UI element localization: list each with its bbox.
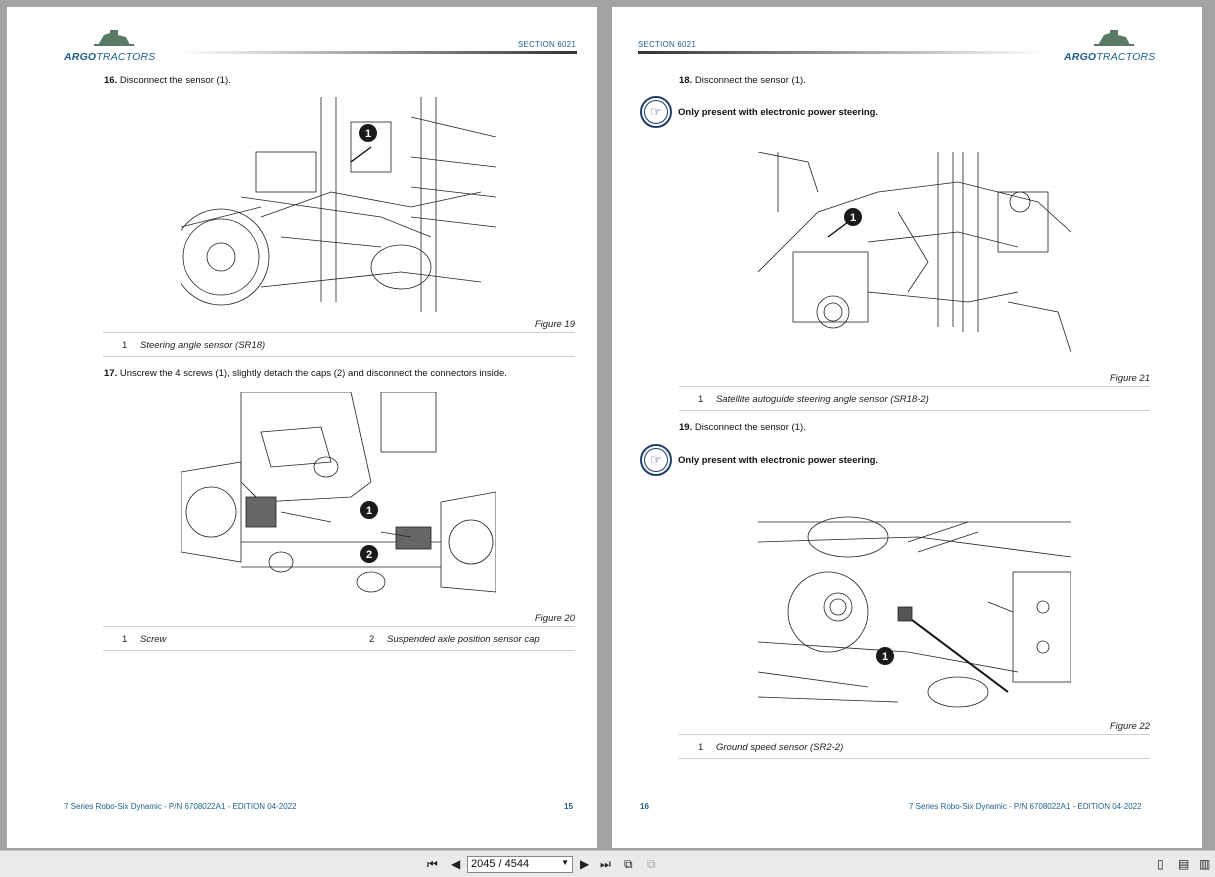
page-number-input[interactable]: 2045 / 4544 ▼ [467,856,573,873]
page-number: 16 [640,802,649,811]
first-page-icon[interactable]: ⏮ [427,857,438,871]
svg-text:1: 1 [365,128,371,140]
callout-1: 1 [360,501,378,519]
document-viewer: ARGOTRACTORS SECTION 6021 16. Disconnect… [0,0,1215,877]
figure-22-caption: Figure 22 [1109,721,1150,732]
figure-19-caption: Figure 19 [534,319,575,330]
svg-text:1: 1 [850,212,856,224]
section-label: SECTION 6021 [638,40,696,49]
callout-1: 1 [359,124,377,142]
callout-2: 2 [360,545,378,563]
callout-1: 1 [876,647,894,665]
figure-19-legend: 1 Steering angle sensor (SR18) [103,332,575,357]
header-rule [182,51,577,54]
tractor-logo-icon [94,30,134,46]
figure-21-legend: 1 Satellite autoguide steering angle sen… [679,386,1150,411]
figure-22-legend: 1 Ground speed sensor (SR2-2) [679,734,1150,759]
step-17: 17. Unscrew the 4 screws (1), slightly d… [104,368,507,379]
pointing-hand-icon: ☞ [640,444,672,476]
header-rule [638,51,1043,54]
note-electronic-power-steering: ☞ Only present with electronic power ste… [640,444,878,476]
footer-text: 7 Series Robo-Six Dynamic - P/N 6708022A… [909,802,1142,811]
single-page-view-icon[interactable]: ▯ [1157,857,1164,871]
svg-text:1: 1 [882,651,888,663]
chevron-down-icon[interactable]: ▼ [561,858,569,867]
step-18: 18. Disconnect the sensor (1). [679,75,806,86]
argo-tractors-logo: ARGOTRACTORS [1064,29,1159,63]
rotate-icon[interactable]: ⧉ [624,857,633,871]
page-number: 15 [564,802,573,811]
svg-text:2: 2 [366,549,372,561]
figure-20-caption: Figure 20 [534,613,575,624]
prev-page-icon[interactable]: ◀ [451,857,460,871]
section-label: SECTION 6021 [518,40,576,49]
pointing-hand-icon: ☞ [640,96,672,128]
step-19: 19. Disconnect the sensor (1). [679,422,806,433]
callout-1: 1 [844,208,862,226]
step-16: 16. Disconnect the sensor (1). [104,75,231,86]
page-left: ARGOTRACTORS SECTION 6021 16. Disconnect… [7,7,597,848]
note-electronic-power-steering: ☞ Only present with electronic power ste… [640,96,878,128]
figure-20-legend: 1 Screw 2 Suspended axle position sensor… [103,626,575,651]
footer-text: 7 Series Robo-Six Dynamic - P/N 6708022A… [64,802,297,811]
page-right: SECTION 6021 ARGOTRACTORS 18. Disconnect… [612,7,1202,848]
figure-19-image: 1 [181,97,496,312]
last-page-icon[interactable]: ⏭ [600,857,611,871]
continuous-view-icon[interactable]: ▤ [1178,857,1189,871]
figure-21-image: 1 [758,152,1071,367]
tractor-logo-icon [1094,30,1134,46]
next-page-icon[interactable]: ▶ [580,857,589,871]
svg-text:1: 1 [366,505,372,517]
two-page-view-icon[interactable]: ▥ [1199,857,1210,871]
argo-tractors-logo: ARGOTRACTORS [64,29,159,63]
extract-icon[interactable]: ⧉ [647,857,656,871]
figure-20-image: 1 2 [181,392,496,605]
viewer-toolbar: ⏮ ◀ 2045 / 4544 ▼ ▶ ⏭ ⧉ ⧉ ▯ ▤ ▥ [0,850,1215,877]
figure-21-caption: Figure 21 [1109,373,1150,384]
figure-22-image: 1 [758,502,1071,715]
